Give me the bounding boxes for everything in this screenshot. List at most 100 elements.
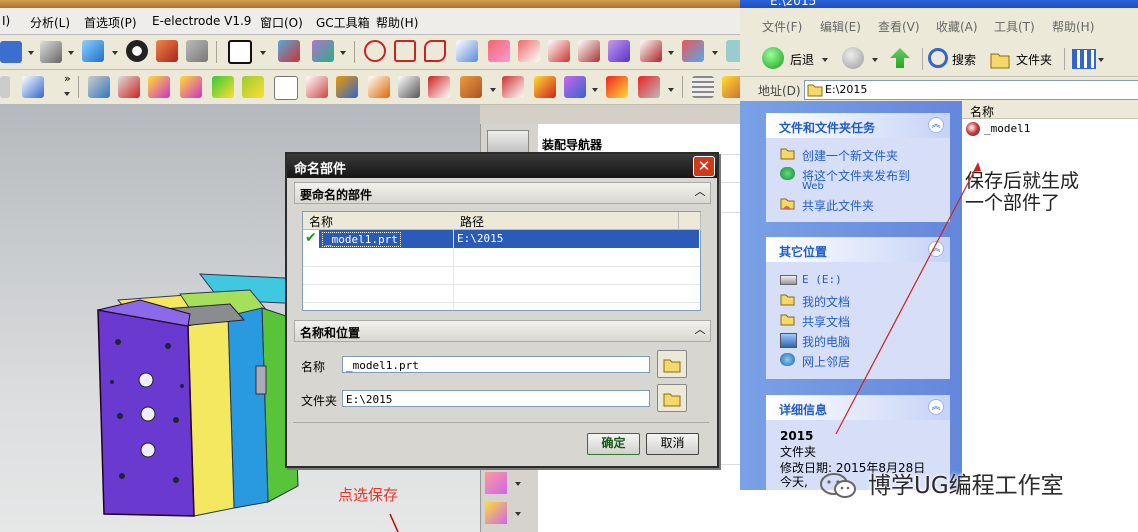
nx-window: I) 分析(L) 首选项(P) E-electrode V1.9 窗口(O) G… (0, 0, 740, 532)
menu-gc-toolbox[interactable]: GC工具箱 (316, 14, 370, 31)
hide-icon[interactable] (186, 40, 208, 62)
cancel-button[interactable]: 取消 (646, 433, 699, 455)
parts-to-name-header[interactable]: 要命名的部件 ︿ (294, 182, 711, 204)
mold-tool-12-icon[interactable] (460, 76, 482, 98)
chevron-down-icon[interactable] (68, 51, 74, 55)
name-location-header[interactable]: 名称和位置 ︿ (294, 320, 711, 342)
mold-tool-3-icon[interactable] (148, 76, 170, 98)
close-button[interactable]: ✕ (693, 156, 715, 177)
sketch-circle-icon[interactable] (364, 40, 386, 62)
parts-table: 名称 路径 ✔ _model1.prt E:\2015 (302, 211, 701, 311)
grid-icon[interactable] (0, 41, 22, 63)
polygon-icon[interactable] (424, 40, 446, 62)
chevron-down-icon[interactable] (592, 88, 598, 92)
xyz-icon[interactable] (274, 76, 298, 100)
mold-tool-13-icon[interactable] (502, 76, 524, 98)
explorer-window: E:\2015 文件(F) 编辑(E) 查看(V) 收藏(A) 工具(T) 帮助… (740, 0, 1138, 532)
browse-button[interactable] (657, 350, 687, 378)
sketch-tool-icon[interactable] (456, 40, 478, 62)
resource-tool-2-icon[interactable] (485, 502, 507, 524)
collapse-icon[interactable]: ︿ (694, 186, 706, 198)
collapse-icon[interactable]: ︿ (694, 324, 706, 336)
chevron-down-icon[interactable] (515, 482, 521, 486)
mold-tool-6-icon[interactable] (242, 76, 264, 98)
assembly-navigator-title: 装配导航器 (542, 138, 603, 152)
mold-tool-14-icon[interactable] (534, 76, 556, 98)
dialog-title-bar[interactable]: 命名部件 ✕ (287, 154, 717, 178)
mold-tool-1-icon[interactable] (88, 76, 110, 98)
mold-tool-5-icon[interactable] (212, 76, 234, 98)
folder-input[interactable]: E:\2015 (342, 390, 650, 407)
wechat-logo-icon (820, 473, 856, 498)
name-location-title: 名称和位置 (300, 326, 361, 340)
chevron-down-icon[interactable] (515, 512, 521, 516)
name-input[interactable]: _model1.prt (342, 356, 650, 373)
mold-tool-9-icon[interactable] (368, 76, 390, 98)
parts-to-name-title: 要命名的部件 (300, 188, 373, 202)
table-row[interactable]: _model1.prt E:\2015 (319, 230, 699, 248)
mold-tool-7-icon[interactable] (306, 76, 328, 98)
check-icon: ✔ (305, 230, 317, 246)
mold-tool-4-icon[interactable] (180, 76, 202, 98)
chevron-down-icon[interactable] (490, 88, 496, 92)
mold-tool-15-icon[interactable] (564, 76, 586, 98)
chevron-down-icon[interactable] (712, 51, 718, 55)
rectangle-icon[interactable] (394, 40, 416, 62)
project-icon[interactable] (578, 40, 600, 62)
more-icon[interactable] (726, 40, 740, 62)
chevron-down-icon[interactable] (340, 51, 346, 55)
pattern-icon[interactable] (608, 40, 630, 62)
row-part-path: E:\2015 (457, 232, 504, 245)
menu-window[interactable]: 窗口(O) (260, 14, 303, 31)
nx-menubar: I) 分析(L) 首选项(P) E-electrode V1.9 窗口(O) G… (0, 8, 740, 35)
chevron-down-icon[interactable] (64, 92, 70, 96)
name-label: 名称 (301, 360, 326, 374)
orient-icon[interactable] (312, 40, 334, 62)
row-part-name: _model1.prt (322, 232, 401, 247)
table-icon[interactable] (692, 76, 714, 98)
curve-icon[interactable] (488, 40, 510, 62)
mold-tool-16-icon[interactable] (606, 76, 628, 98)
browse-folder-button[interactable] (657, 384, 687, 412)
mold-tool-10-icon[interactable] (398, 76, 420, 98)
column-header-path[interactable]: 路径 (454, 212, 679, 230)
menu-help[interactable]: 帮助(H) (376, 14, 418, 31)
grip-icon (0, 76, 10, 98)
save-hint-label: 点选保存 (338, 486, 399, 504)
chevron-down-icon[interactable] (260, 51, 266, 55)
annotation-arrow (835, 162, 981, 435)
mold-tool-17-icon[interactable] (638, 76, 660, 98)
toolbar-overflow-icon[interactable]: » (64, 72, 71, 85)
mold-tool-11-icon[interactable] (428, 76, 450, 98)
folder-icon (663, 393, 681, 407)
shade-icon[interactable] (40, 41, 62, 63)
dialog-title: 命名部件 (294, 162, 347, 177)
render-style-icon[interactable] (126, 40, 148, 62)
ok-button[interactable]: 确定 (587, 433, 640, 455)
datum-icon[interactable] (22, 76, 44, 98)
menu-e-electrode[interactable]: E-electrode V1.9 (152, 14, 251, 28)
spline-icon[interactable] (640, 40, 662, 62)
menu-item-prev[interactable]: I) (2, 14, 10, 28)
chevron-down-icon[interactable] (28, 51, 34, 55)
mold-tool-2-icon[interactable] (118, 76, 140, 98)
chevron-down-icon[interactable] (112, 51, 118, 55)
mold-tool-18-icon[interactable] (722, 76, 740, 98)
folder-label: 文件夹 (301, 394, 338, 408)
chevron-down-icon[interactable] (668, 51, 674, 55)
chevron-down-icon[interactable] (668, 88, 674, 92)
nx-toolbar-2: » (0, 70, 740, 105)
folder-icon (663, 359, 681, 373)
move-icon[interactable] (278, 40, 300, 62)
extrude-icon[interactable] (682, 40, 704, 62)
column-header-name[interactable]: 名称 (303, 212, 454, 230)
offset-icon[interactable] (548, 40, 570, 62)
menu-preferences[interactable]: 首选项(P) (84, 14, 137, 31)
trim-icon[interactable] (518, 40, 540, 62)
cube-view-icon[interactable] (82, 40, 104, 62)
section-icon[interactable] (156, 40, 178, 62)
mold-tool-8-icon[interactable] (336, 76, 358, 98)
resource-tool-1-icon[interactable] (485, 472, 507, 494)
menu-analysis[interactable]: 分析(L) (30, 14, 70, 31)
frame-icon[interactable] (228, 40, 252, 64)
